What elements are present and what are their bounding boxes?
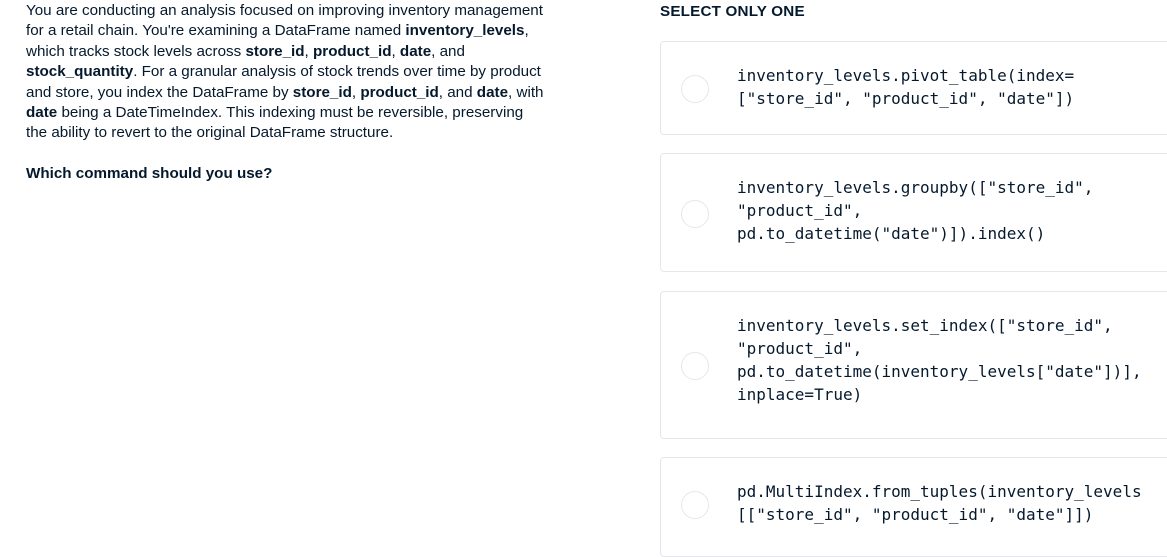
question-term: store_id: [292, 83, 352, 101]
question-term: product_id: [313, 42, 392, 60]
radio-circle-icon[interactable]: [681, 352, 709, 380]
answer-option-3[interactable]: inventory_levels.set_index(["store_id", …: [660, 291, 1167, 439]
answer-option-4[interactable]: pd.MultiIndex.from_tuples(inventory_leve…: [660, 457, 1167, 557]
question-term: stock_quantity: [26, 63, 134, 81]
option-code: inventory_levels.set_index(["store_id", …: [737, 316, 1142, 404]
question-term: date: [476, 83, 509, 101]
select-instruction: SELECT ONLY ONE: [660, 3, 805, 20]
question-term: product_id: [360, 83, 439, 101]
question-text-run: being a DateTimeIndex. This indexing mus…: [26, 104, 524, 142]
question-text-run: , and: [438, 83, 477, 101]
question-prompt: Which command should you use?: [26, 164, 273, 182]
question-text: You are conducting an analysis focused o…: [26, 1, 546, 144]
question-text-run: , and: [431, 42, 465, 60]
question-term: date: [26, 104, 58, 122]
option-code: inventory_levels.pivot_table(index= ["st…: [737, 66, 1075, 108]
question-text-run: ,: [391, 42, 400, 60]
question-text-run: ,: [304, 42, 313, 60]
option-code: inventory_levels.groupby(["store_id", "p…: [737, 178, 1094, 243]
question-text-run: , with: [508, 83, 544, 101]
question-panel: You are conducting an analysis focused o…: [26, 1, 546, 184]
question-term: date: [399, 42, 432, 60]
question-term: store_id: [245, 42, 305, 60]
option-code: pd.MultiIndex.from_tuples(inventory_leve…: [737, 482, 1142, 524]
radio-circle-icon[interactable]: [681, 491, 709, 519]
radio-circle-icon[interactable]: [681, 75, 709, 103]
question-term: inventory_levels: [405, 22, 525, 40]
radio-circle-icon[interactable]: [681, 200, 709, 228]
answer-option-2[interactable]: inventory_levels.groupby(["store_id", "p…: [660, 153, 1167, 272]
answer-option-1[interactable]: inventory_levels.pivot_table(index= ["st…: [660, 41, 1167, 135]
